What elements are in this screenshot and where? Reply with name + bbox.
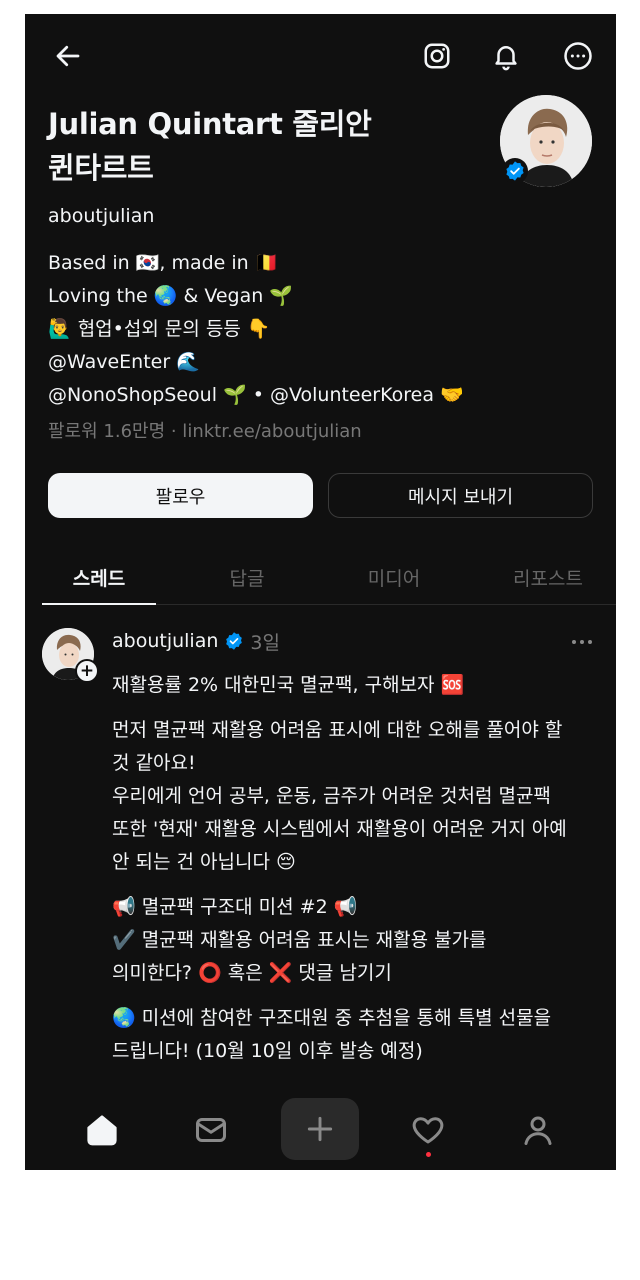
active-tab-indicator [42,603,156,605]
post-text-line: 먼저 멸균팩 재활용 어려움 표시에 대한 오해를 풀어야 할 [112,719,563,741]
post-text-line: 📢 멸균팩 구조대 미션 #2 📢 [112,896,358,918]
back-arrow-icon[interactable] [50,38,86,74]
create-button[interactable] [281,1098,359,1160]
bio-line: Loving the 🌏 & Vegan 🌱 [48,285,293,307]
followers-and-link[interactable]: 팔로워 1.6만명 · linktr.ee/aboutjulian [48,417,362,443]
home-icon[interactable] [72,1094,132,1166]
bio-line: Based in 🇰🇷, made in 🇧🇪 [48,252,279,274]
tab-reposts[interactable]: 리포스트 [488,549,608,605]
profile-icon[interactable] [508,1094,568,1166]
top-bar [25,36,616,76]
bio-line: 🙋‍♂️ 협업•섭외 문의 등등 👇 [48,318,271,340]
bio-links-line[interactable]: @NonoShopSeoul 🌱 • @VolunteerKorea 🤝 [48,379,588,412]
post-text-line: 🌏 미션에 참여한 구조대원 중 추첨을 통해 특별 선물을 [112,1007,552,1029]
instagram-icon[interactable] [419,38,455,74]
post-username[interactable]: aboutjulian [112,630,218,652]
follow-plus-icon[interactable]: + [75,659,99,683]
tab-replies[interactable]: 답글 [187,549,307,605]
post-content: 재활용률 2% 대한민국 멸균팩, 구해보자 🆘 먼저 멸균팩 재활용 어려움 … [112,669,607,1068]
post-text-line: 우리에게 언어 공부, 운동, 금주가 어려운 것처럼 멸균팩 [112,785,551,807]
tab-media[interactable]: 미디어 [334,549,454,605]
post-text-line: 또한 '현재' 재활용 시스템에서 재활용이 어려운 거지 아예 [112,818,567,840]
follow-button[interactable]: 팔로우 [48,473,313,518]
post-text-line: 드립니다! (10월 10일 이후 발송 예정) [112,1040,423,1062]
bottom-navigation [25,1094,616,1170]
post-header: aboutjulian 3일 [112,626,280,656]
post-text-line: 의미한다? ⭕ 혹은 ❌ 댓글 남기기 [112,962,392,984]
bio-link-waveenter[interactable]: @WaveEnter 🌊 [48,346,588,379]
profile-handle: aboutjulian [48,205,155,227]
message-button[interactable]: 메시지 보내기 [328,473,593,518]
profile-name: Julian Quintart 줄리안 퀸타르트 [48,107,372,185]
post-verified-icon [226,632,243,650]
plus-icon [307,1116,333,1142]
more-options-icon[interactable] [560,38,596,74]
threads-profile-screen: Julian Quintart 줄리안 퀸타르트 aboutjulian Bas… [25,14,616,1170]
profile-tabs: 스레드 답글 미디어 리포스트 [42,549,616,605]
post-timestamp: 3일 [250,631,280,654]
post-text-line: ✔️ 멸균팩 재활용 어려움 표시는 재활용 불가를 [112,929,487,951]
post-text-line: 안 되는 건 아닙니다 😔 [112,851,296,873]
verified-badge-icon [502,158,528,184]
tab-threads[interactable]: 스레드 [39,549,159,605]
notification-dot [426,1152,431,1157]
post-text-line: 것 같아요! [112,752,196,774]
post-text-line: 재활용률 2% 대한민국 멸균팩, 구해보자 🆘 [112,674,465,696]
bell-icon[interactable] [488,38,524,74]
post-more-icon[interactable] [567,632,597,652]
profile-bio: Based in 🇰🇷, made in 🇧🇪 Loving the 🌏 & V… [48,247,588,412]
inbox-icon[interactable] [181,1094,241,1166]
